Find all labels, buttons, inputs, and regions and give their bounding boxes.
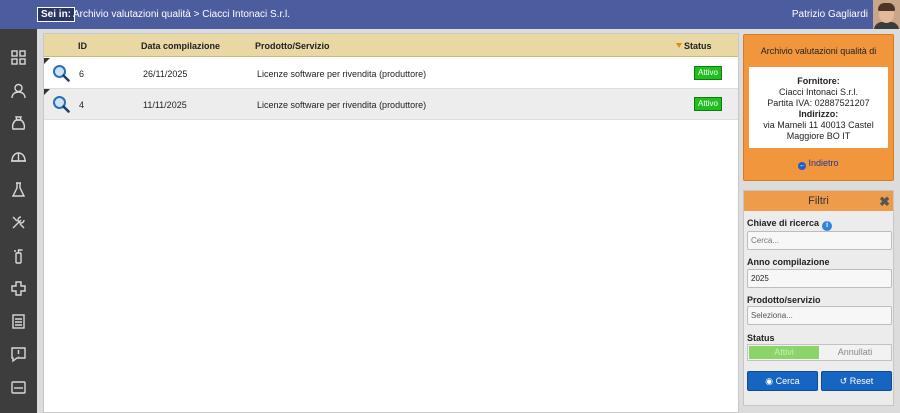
supplier-info: Fornitore: Ciacci Intonaci S.r.l. Partit… <box>749 67 888 148</box>
cell-product: Licenze software per rivendita (produtto… <box>257 69 427 79</box>
results-table: ID Data compilazione Prodotto/Servizio S… <box>43 33 739 413</box>
dvd-icon[interactable] <box>10 379 27 396</box>
breadcrumb-tag: Sei in: <box>37 7 76 22</box>
reset-button[interactable]: ↺ Reset <box>821 371 892 391</box>
search-button[interactable]: ◉ Cerca <box>747 371 818 391</box>
corner-marker-icon <box>44 89 50 95</box>
supplier-name: Ciacci Intonaci S.r.l. <box>778 87 859 97</box>
filters-panel: Filtri ✖ Chiave di ricercai Anno compila… <box>743 190 894 406</box>
helmet-icon[interactable] <box>10 148 27 165</box>
alert-message-icon[interactable] <box>10 346 27 363</box>
product-select[interactable]: Seleziona... <box>747 306 892 325</box>
magnifier-icon[interactable] <box>52 64 70 82</box>
breadcrumb[interactable]: Archivio valutazioni qualità > Ciacci In… <box>73 8 290 21</box>
corner-marker-icon <box>44 58 50 64</box>
extinguisher-icon[interactable] <box>10 247 27 264</box>
column-header-date[interactable]: Data compilazione <box>141 41 220 51</box>
cell-id: 4 <box>79 100 85 110</box>
address-line-1: via Mameli 11 40013 Castel <box>763 120 874 130</box>
product-label: Prodotto/servizio <box>747 295 821 305</box>
reset-icon: ↺ <box>839 376 848 386</box>
column-header-product[interactable]: Prodotto/Servizio <box>255 41 330 51</box>
filters-header: Filtri ✖ <box>744 191 893 211</box>
avatar[interactable] <box>873 0 900 29</box>
status-toggle[interactable]: Attivi Annullati <box>747 344 892 361</box>
supplier-label: Fornitore: <box>797 76 840 86</box>
year-field[interactable]: 2025 <box>747 269 892 288</box>
medical-cross-icon[interactable] <box>10 280 27 297</box>
user-name[interactable]: Patrizio Gagliardi <box>792 8 868 21</box>
cell-product: Licenze software per rivendita (produtto… <box>257 100 427 110</box>
cell-date: 26/11/2025 <box>143 69 188 79</box>
close-icon[interactable]: ✖ <box>879 195 890 208</box>
address-line-2: Maggiore BO IT <box>786 131 851 141</box>
table-header: ID Data compilazione Prodotto/Servizio S… <box>44 34 738 57</box>
cell-date: 11/11/2025 <box>143 100 187 110</box>
status-badge: Attivo <box>694 66 723 80</box>
sidebar <box>0 29 37 413</box>
filters-title: Filtri <box>808 195 829 207</box>
filter-icon <box>676 43 682 48</box>
table-row[interactable]: 6 26/11/2025 Licenze software per rivend… <box>44 58 738 89</box>
column-header-status[interactable]: Status <box>676 41 712 51</box>
address-label: Indirizzo: <box>798 109 839 119</box>
search-label: Chiave di ricerca i <box>747 218 833 231</box>
back-link[interactable]: ← Indietro <box>744 158 893 170</box>
year-label: Anno compilazione <box>747 257 830 267</box>
tools-icon[interactable] <box>10 214 27 231</box>
search-input[interactable] <box>747 231 892 250</box>
dashboard-icon[interactable] <box>10 49 27 66</box>
column-header-id[interactable]: ID <box>78 41 87 51</box>
bag-icon[interactable] <box>10 115 27 132</box>
info-icon[interactable]: i <box>822 221 833 231</box>
status-badge: Attivo <box>694 97 723 111</box>
user-icon[interactable] <box>10 82 27 99</box>
binoculars-icon: ◉ <box>765 376 774 386</box>
supplier-vat: Partita IVA: 02887521207 <box>767 98 870 108</box>
status-option-cancelled[interactable]: Annullati <box>820 346 890 359</box>
supplier-panel: Archivio valutazioni qualità di Fornitor… <box>743 34 894 181</box>
status-label: Status <box>747 333 775 343</box>
magnifier-icon[interactable] <box>52 95 70 113</box>
flask-icon[interactable] <box>10 181 27 198</box>
document-icon[interactable] <box>10 313 27 330</box>
back-arrow-icon: ← <box>798 162 807 170</box>
supplier-panel-title: Archivio valutazioni qualità di <box>760 46 877 56</box>
table-row[interactable]: 4 11/11/2025 Licenze software per rivend… <box>44 89 738 120</box>
status-option-active[interactable]: Attivi <box>749 346 819 359</box>
top-bar: Sei in: Archivio valutazioni qualità > C… <box>0 0 900 29</box>
cell-id: 6 <box>79 69 85 79</box>
